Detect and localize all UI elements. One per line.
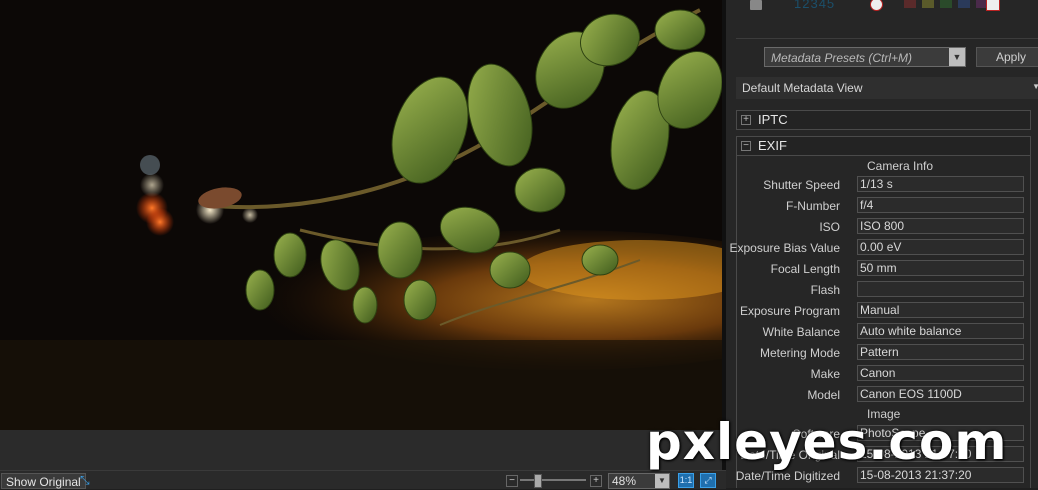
metadata-presets-placeholder: Metadata Presets (Ctrl+M) [771,51,913,65]
row-label: White Balance [762,325,840,339]
label-green-icon[interactable] [940,0,952,8]
row-label: F-Number [785,199,840,213]
no-label-icon[interactable] [986,0,1000,11]
watermark: pxleyes.com [646,413,1008,471]
f-number-field[interactable]: f/4 [857,197,1024,213]
row-label: Exposure Program [739,304,840,318]
make-field[interactable]: Canon [857,365,1024,381]
row-label: Flash [810,283,840,297]
flash-field[interactable] [857,281,1024,297]
row-label: Model [807,388,840,402]
row-label: Metering Mode [759,346,840,360]
exposure-bias-field[interactable]: 0.00 eV [857,239,1024,255]
expand-icon: + [741,115,751,125]
chevron-down-icon: ▼ [655,474,669,488]
zoom-in-button[interactable]: + [590,475,602,487]
row-label: Exposure Bias Value [729,241,840,255]
show-original-button[interactable]: Show Original [1,473,86,489]
viewer-toolbar: Show Original ⤡ − + 48% ▼ 1:1 ⤢ [0,470,726,489]
row-label: Focal Length [770,262,840,276]
collapse-icon: − [741,141,751,151]
no-rating-icon[interactable] [870,0,883,11]
viewer-margin [0,430,722,470]
section-iptc-title: IPTC [758,112,788,127]
fit-to-window-icon[interactable]: ⤡ [80,473,94,487]
zoom-slider-track[interactable] [520,479,586,481]
row-label: Date/Time Digitized [735,469,840,483]
section-exif-title: EXIF [758,138,787,153]
divider [736,38,1038,39]
section-exif[interactable]: − EXIF [736,136,1031,156]
row-label: Shutter Speed [763,178,840,192]
zoom-value: 48% [612,474,637,488]
full-screen-button[interactable]: ⤢ [700,473,716,488]
iso-field[interactable]: ISO 800 [857,218,1024,234]
actual-size-button[interactable]: 1:1 [678,473,694,488]
label-red-icon[interactable] [904,0,916,8]
label-blue-icon[interactable] [958,0,970,8]
camera-info-title: Camera Info [867,159,934,173]
rating-label-strip: 12345 [736,0,1038,14]
photo-canvas [0,0,722,430]
white-balance-field[interactable]: Auto white balance [857,323,1024,339]
zoom-out-button[interactable]: − [506,475,518,487]
chevron-down-icon: ▼ [949,48,965,66]
checkbox-checked[interactable] [750,0,762,10]
exposure-program-field[interactable]: Manual [857,302,1024,318]
zoom-slider-handle[interactable] [534,474,542,488]
section-iptc[interactable]: + IPTC [736,110,1031,130]
model-field[interactable]: Canon EOS 1100D [857,386,1024,402]
label-yellow-icon[interactable] [922,0,934,8]
metadata-view-label: Default Metadata View [742,81,863,95]
metadata-presets-select[interactable]: Metadata Presets (Ctrl+M) ▼ [764,47,966,67]
metadata-view-select[interactable]: Default Metadata View ▼ [736,77,1038,99]
metering-mode-field[interactable]: Pattern [857,344,1024,360]
focal-length-field[interactable]: 50 mm [857,260,1024,276]
row-label: Make [810,367,840,381]
zoom-select[interactable]: 48% ▼ [608,473,670,489]
apply-button[interactable]: Apply [976,47,1038,67]
row-label: ISO [819,220,840,234]
chevron-down-icon: ▼ [1032,82,1038,91]
rating-icon[interactable]: 12345 [794,0,866,11]
shutter-speed-field[interactable]: 1/13 s [857,176,1024,192]
image-viewer[interactable] [0,0,722,430]
